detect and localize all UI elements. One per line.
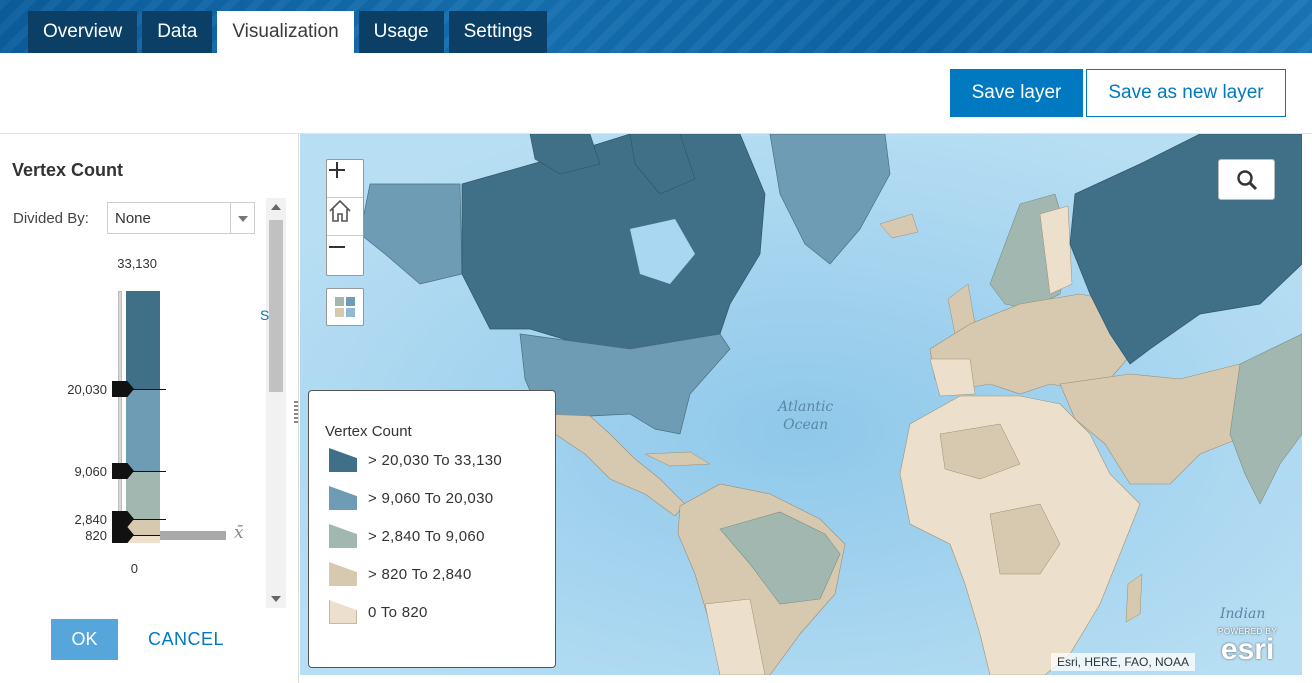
- header-bar: Overview Data Visualization Usage Settin…: [0, 0, 1312, 53]
- break-label-3: 2,840: [74, 512, 107, 527]
- clipped-link-text[interactable]: S: [260, 307, 269, 323]
- chevron-down-icon: [230, 203, 254, 233]
- map-legend: Vertex Count > 20,030 To 33,130 > 9,060 …: [308, 390, 556, 668]
- break-label-4: 820: [85, 528, 107, 543]
- action-bar: Save layer Save as new layer: [0, 53, 1312, 134]
- histogram-min-label: 0: [130, 561, 138, 576]
- legend-label: > 9,060 To 20,030: [368, 489, 494, 507]
- esri-logo-word: esri: [1220, 633, 1275, 666]
- legend-swatch: [329, 600, 357, 624]
- legend-item: > 820 To 2,840: [329, 561, 472, 587]
- plus-icon: [329, 162, 345, 178]
- scroll-thumb[interactable]: [269, 220, 283, 392]
- save-as-new-layer-button[interactable]: Save as new layer: [1086, 69, 1286, 117]
- divided-by-label: Divided By:: [13, 210, 89, 227]
- tab-strip: Overview Data Visualization Usage Settin…: [28, 11, 548, 53]
- legend-swatch: [329, 562, 357, 586]
- legend-swatch: [329, 486, 357, 510]
- tab-settings[interactable]: Settings: [448, 11, 548, 53]
- home-icon: [329, 199, 351, 222]
- mean-symbol: x̄: [234, 523, 244, 543]
- break-line-2: [132, 471, 166, 472]
- divided-by-select[interactable]: None: [107, 202, 255, 234]
- esri-logo[interactable]: POWERED BY esri: [1218, 627, 1277, 666]
- legend-label: 0 To 820: [368, 603, 428, 621]
- cancel-button[interactable]: CANCEL: [148, 629, 224, 650]
- basemap-gallery-button[interactable]: [326, 288, 364, 326]
- search-button[interactable]: [1218, 159, 1275, 200]
- panel-scrollbar[interactable]: [266, 198, 286, 608]
- ok-button[interactable]: OK: [51, 619, 118, 660]
- ocean-label-atlantic: Atlantic Ocean: [778, 398, 833, 434]
- break-line-3: [132, 519, 166, 520]
- break-label-2: 9,060: [74, 464, 107, 479]
- tab-data[interactable]: Data: [142, 11, 213, 53]
- histogram-max-label: 33,130: [117, 256, 157, 271]
- class-bar-3: [126, 471, 160, 519]
- map-attribution[interactable]: Esri, HERE, FAO, NOAA: [1051, 653, 1196, 671]
- class-bar-2: [126, 389, 160, 471]
- legend-item: 0 To 820: [329, 599, 428, 625]
- search-icon: [1237, 170, 1258, 191]
- class-bar-1: [126, 291, 160, 389]
- ocean-label-indian: Indian: [1220, 606, 1266, 622]
- break-label-1: 20,030: [67, 382, 107, 397]
- break-line-1: [132, 389, 166, 390]
- legend-label: > 2,840 To 9,060: [368, 527, 485, 545]
- legend-label: > 820 To 2,840: [368, 565, 472, 583]
- legend-item: > 20,030 To 33,130: [329, 447, 502, 473]
- zoom-controls: [326, 159, 364, 276]
- scroll-down-icon[interactable]: [271, 596, 281, 602]
- zoom-in-button[interactable]: [327, 160, 363, 198]
- ocean-label-atlantic-line-2: Ocean: [783, 417, 829, 433]
- tab-overview[interactable]: Overview: [28, 11, 138, 53]
- save-layer-button[interactable]: Save layer: [950, 69, 1083, 117]
- legend-title: Vertex Count: [325, 423, 412, 440]
- divided-by-value: None: [115, 210, 151, 227]
- legend-label: > 20,030 To 33,130: [368, 451, 502, 469]
- legend-swatch: [329, 524, 357, 548]
- panel-title: Vertex Count: [12, 160, 124, 180]
- legend-swatch: [329, 448, 357, 472]
- panel-resize-handle[interactable]: [294, 401, 298, 423]
- tab-usage[interactable]: Usage: [358, 11, 444, 53]
- minus-icon: [329, 246, 345, 248]
- style-options-panel: Vertex Count Divided By: None S 33,130 2…: [0, 134, 299, 683]
- legend-item: > 9,060 To 20,030: [329, 485, 493, 511]
- mean-indicator-bar: [160, 531, 226, 540]
- scroll-up-icon[interactable]: [271, 204, 281, 210]
- zoom-out-button[interactable]: [327, 237, 363, 275]
- home-button[interactable]: [327, 198, 363, 236]
- tab-visualization[interactable]: Visualization: [217, 11, 354, 53]
- basemap-icon: [335, 297, 355, 317]
- ocean-label-atlantic-line-1: Atlantic: [778, 399, 834, 415]
- legend-item: > 2,840 To 9,060: [329, 523, 485, 549]
- slider-track: [118, 291, 122, 543]
- map-view[interactable]: Atlantic Ocean Indian Vertex Count > 20,…: [300, 134, 1302, 675]
